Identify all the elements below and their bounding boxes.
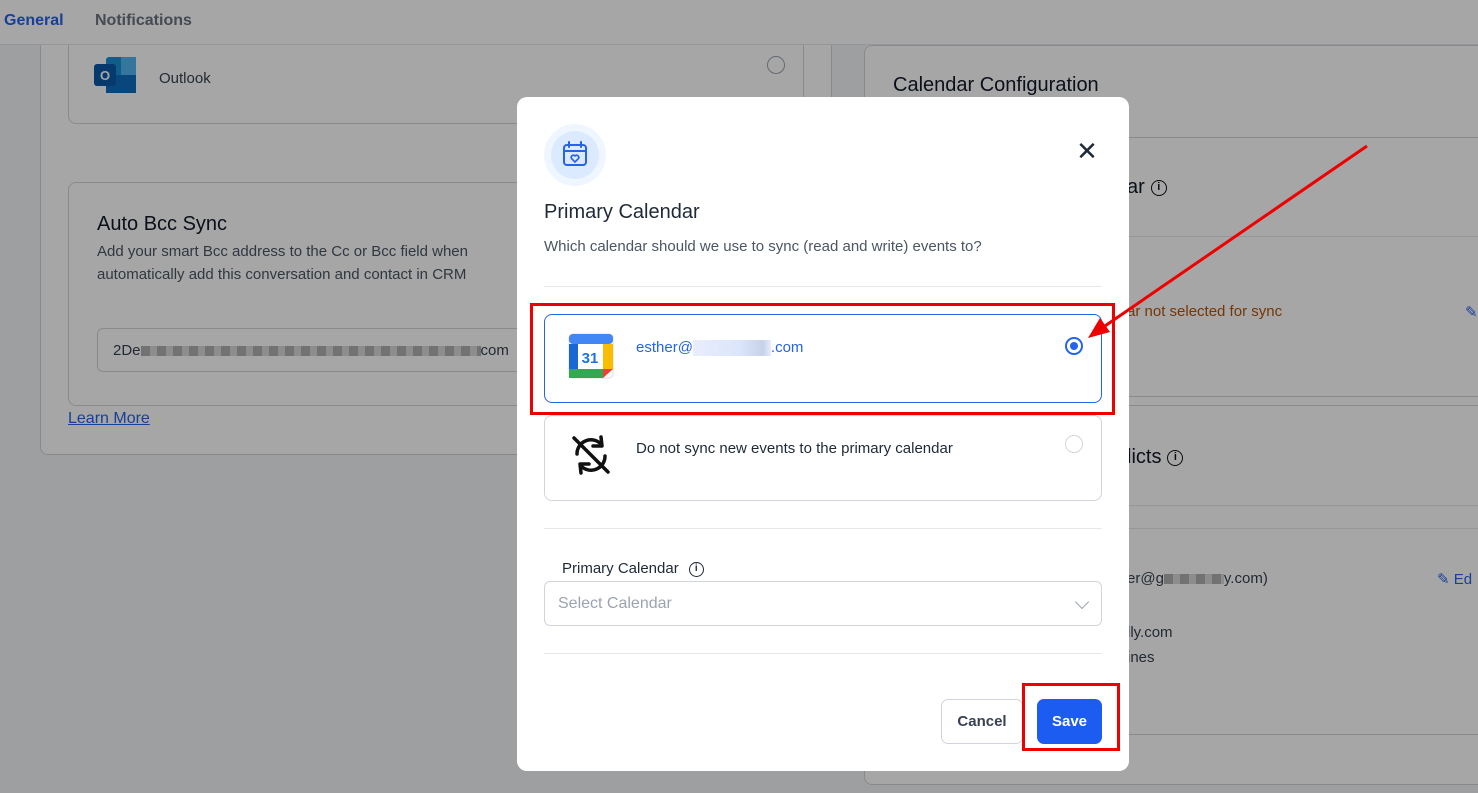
- modal-title: Primary Calendar: [544, 201, 700, 223]
- close-icon[interactable]: ✕: [1075, 138, 1099, 164]
- save-button[interactable]: Save: [1037, 699, 1102, 744]
- radio-unselected[interactable]: [1065, 435, 1083, 453]
- calendar-heart-icon: [544, 124, 606, 186]
- google-calendar-icon: 31: [568, 333, 614, 379]
- sync-off-icon: [572, 435, 610, 475]
- no-sync-label: Do not sync new events to the primary ca…: [636, 440, 953, 457]
- chevron-down-icon: [1074, 594, 1090, 610]
- calendar-option-google[interactable]: 31 esther@ .com: [544, 314, 1102, 403]
- calendar-option-email: esther@ .com: [636, 339, 804, 357]
- modal-subtitle: Which calendar should we use to sync (re…: [544, 238, 982, 255]
- select-placeholder: Select Calendar: [558, 595, 672, 612]
- calendar-select[interactable]: Select Calendar: [544, 581, 1102, 626]
- radio-selected[interactable]: [1065, 337, 1083, 355]
- redacted-text: [692, 340, 771, 357]
- divider: [544, 528, 1102, 529]
- info-icon[interactable]: i: [688, 561, 704, 577]
- primary-calendar-modal: ✕ Primary Calendar Which calendar should…: [517, 97, 1129, 771]
- cancel-button[interactable]: Cancel: [941, 699, 1023, 744]
- divider: [544, 286, 1102, 287]
- svg-text:31: 31: [582, 350, 599, 367]
- divider: [544, 653, 1102, 654]
- primary-calendar-label: Primary Calendar i: [562, 560, 704, 577]
- calendar-option-no-sync[interactable]: Do not sync new events to the primary ca…: [544, 415, 1102, 501]
